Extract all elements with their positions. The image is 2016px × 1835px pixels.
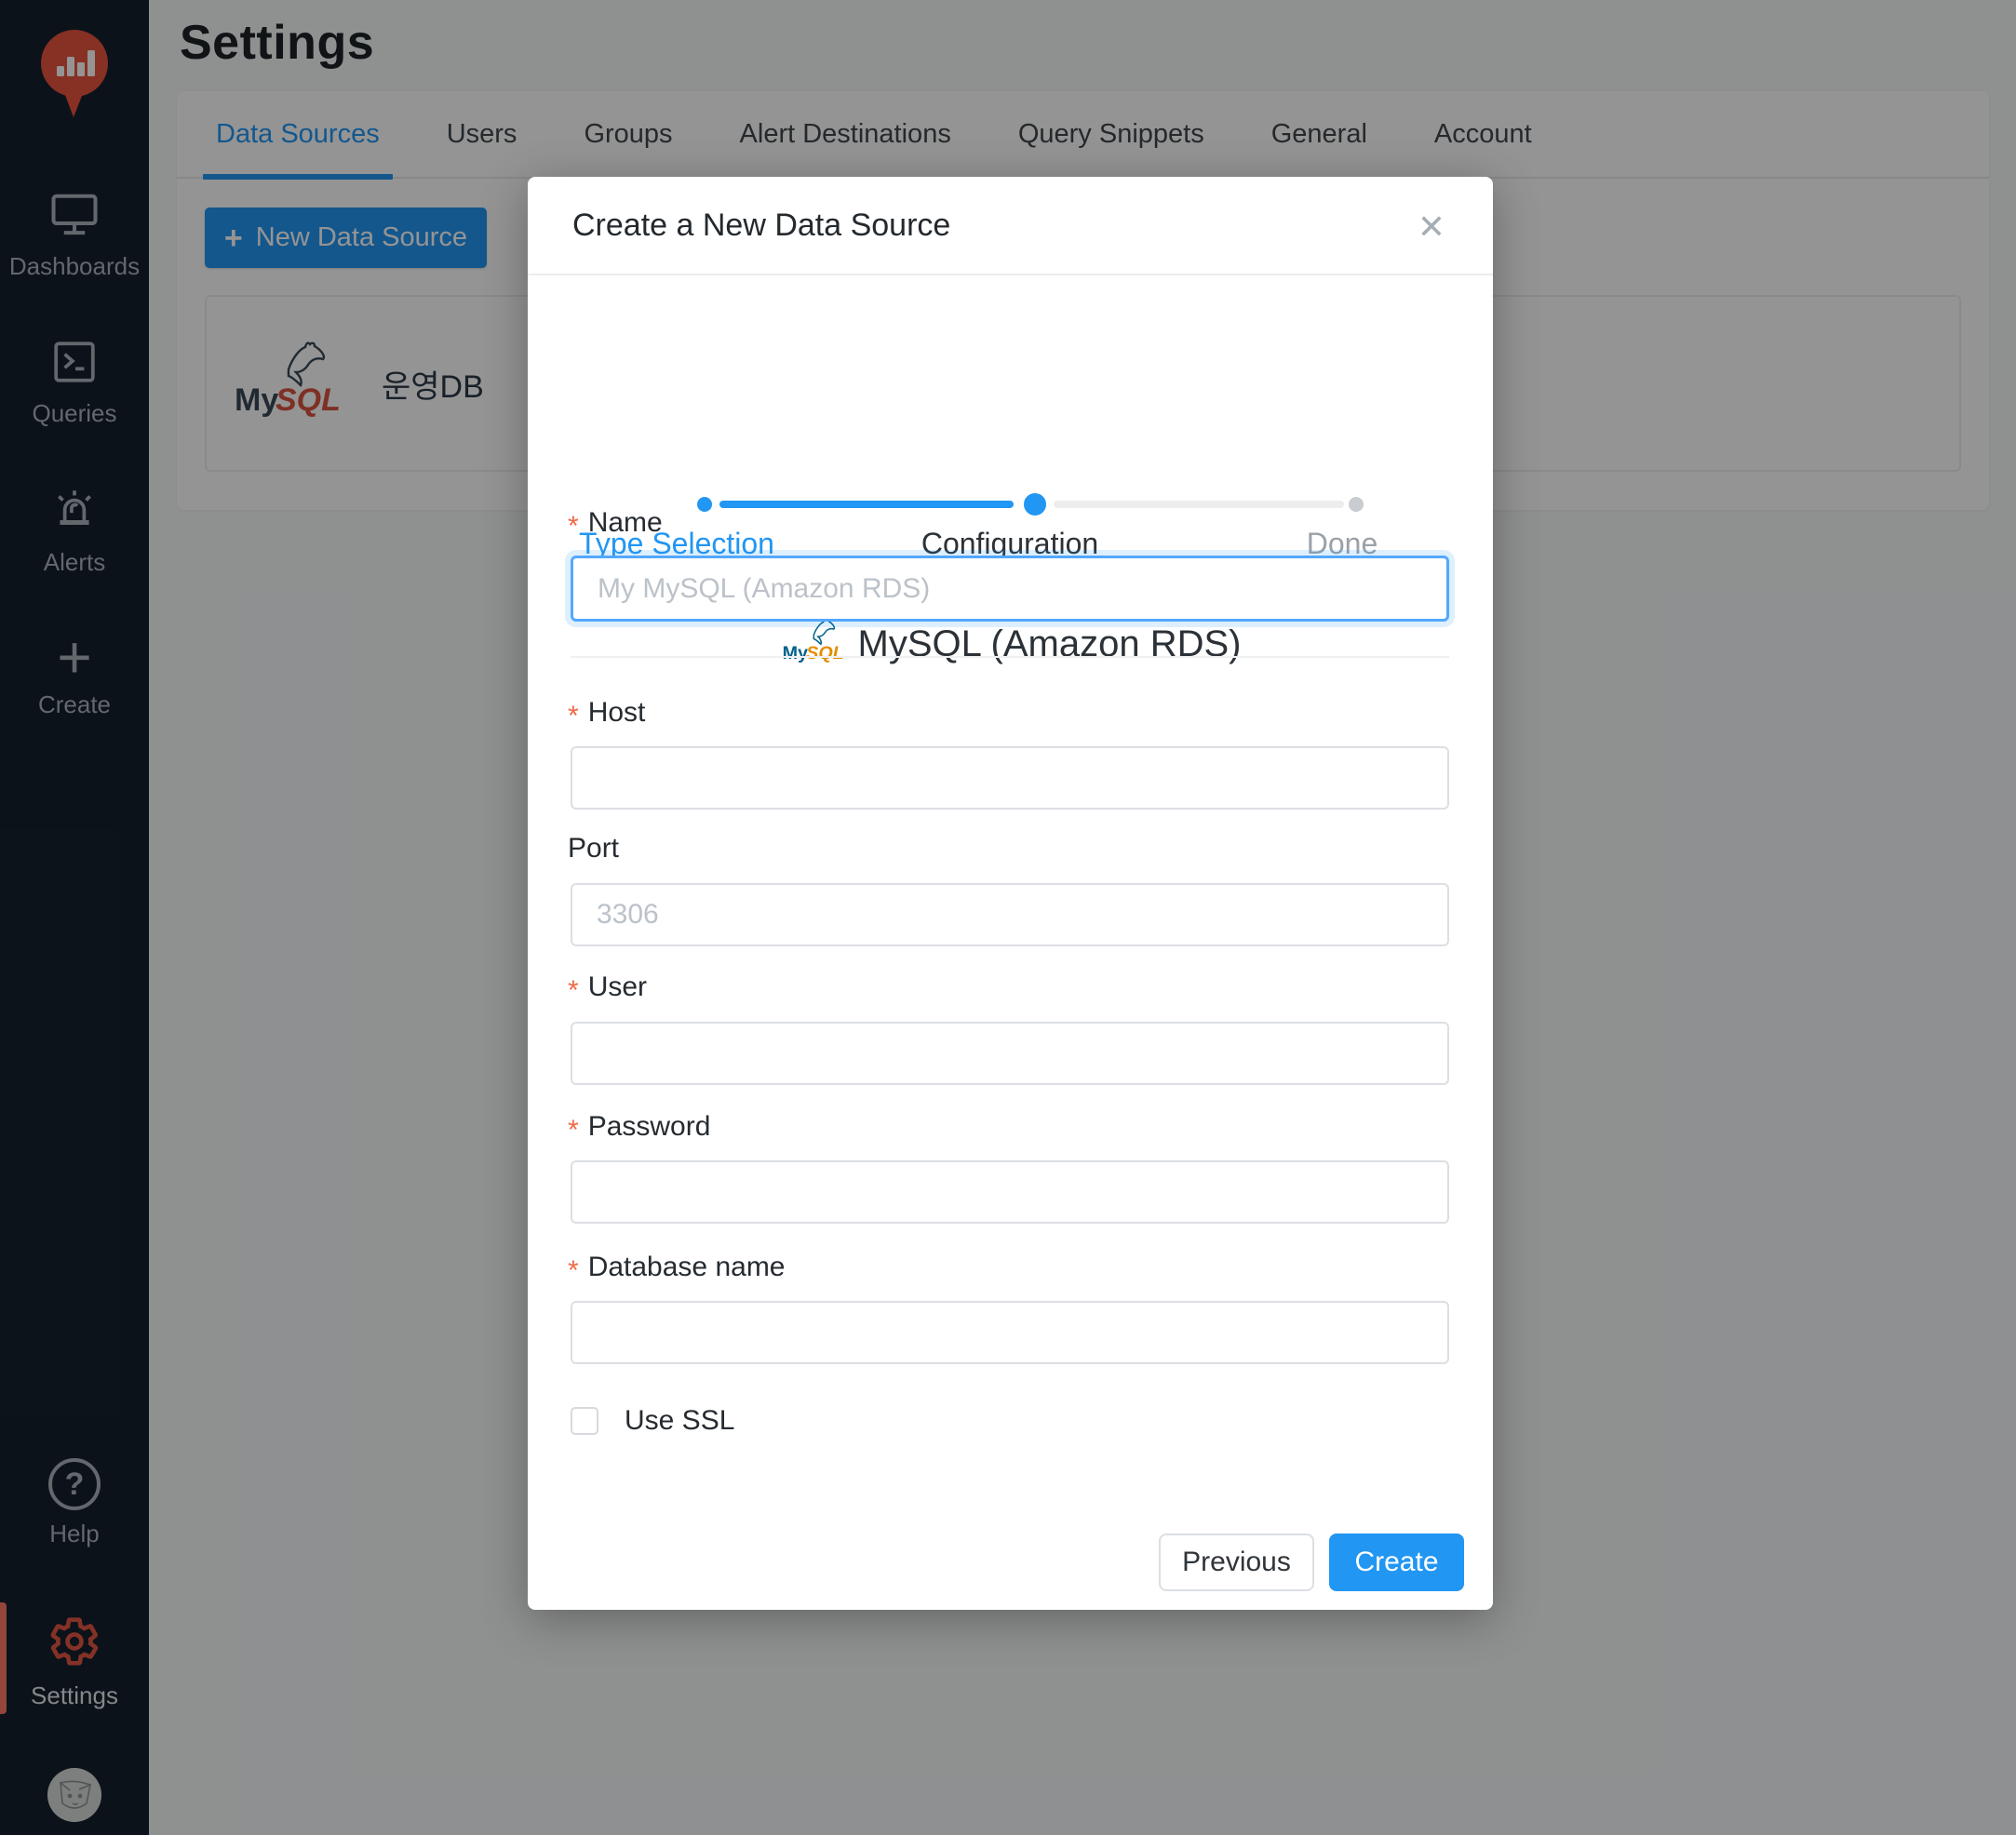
user-field-label: * User	[568, 969, 647, 1006]
use-ssl-label: Use SSL	[625, 1405, 734, 1437]
user-input[interactable]	[571, 1022, 1449, 1085]
required-marker: *	[568, 975, 579, 1007]
datasource-type-heading: My SQL. MySQL (Amazon RDS)	[528, 614, 1493, 674]
name-field-label: * Name	[568, 504, 663, 542]
database-name-field-label: * Database name	[568, 1249, 786, 1286]
use-ssl-checkbox[interactable]	[571, 1407, 598, 1435]
host-input[interactable]	[571, 746, 1449, 810]
create-button[interactable]: Create	[1329, 1534, 1464, 1591]
datasource-type-title: MySQL (Amazon RDS)	[858, 623, 1242, 665]
modal-title: Create a New Data Source	[572, 208, 950, 244]
close-icon[interactable]: ✕	[1411, 207, 1452, 248]
required-marker: *	[568, 701, 579, 732]
use-ssl-row: Use SSL	[571, 1391, 734, 1451]
host-field-label: * Host	[568, 694, 645, 731]
svg-text:SQL.: SQL.	[806, 643, 843, 663]
password-input[interactable]	[571, 1160, 1449, 1224]
section-divider	[571, 656, 1449, 658]
port-input[interactable]	[571, 883, 1449, 946]
password-field-label: * Password	[568, 1108, 710, 1145]
required-marker: *	[568, 1255, 579, 1287]
port-field-label: Port	[568, 830, 619, 867]
required-marker: *	[568, 1115, 579, 1146]
required-marker: *	[568, 511, 579, 542]
database-name-input[interactable]	[571, 1301, 1449, 1364]
modal-header: Create a New Data Source ✕	[528, 177, 1493, 275]
step-dot-pending	[1349, 497, 1364, 512]
step-dot-finished	[697, 497, 712, 512]
svg-text:My: My	[782, 643, 807, 663]
step-line-pending	[1054, 501, 1344, 508]
step-dot-active	[1024, 493, 1046, 516]
name-input[interactable]	[571, 556, 1449, 622]
step-line-finished	[719, 501, 1014, 508]
create-data-source-modal: Create a New Data Source ✕ Type Selectio…	[528, 177, 1493, 1610]
previous-button[interactable]: Previous	[1159, 1534, 1314, 1591]
mysql-logo-small-icon: My SQL.	[780, 619, 843, 670]
